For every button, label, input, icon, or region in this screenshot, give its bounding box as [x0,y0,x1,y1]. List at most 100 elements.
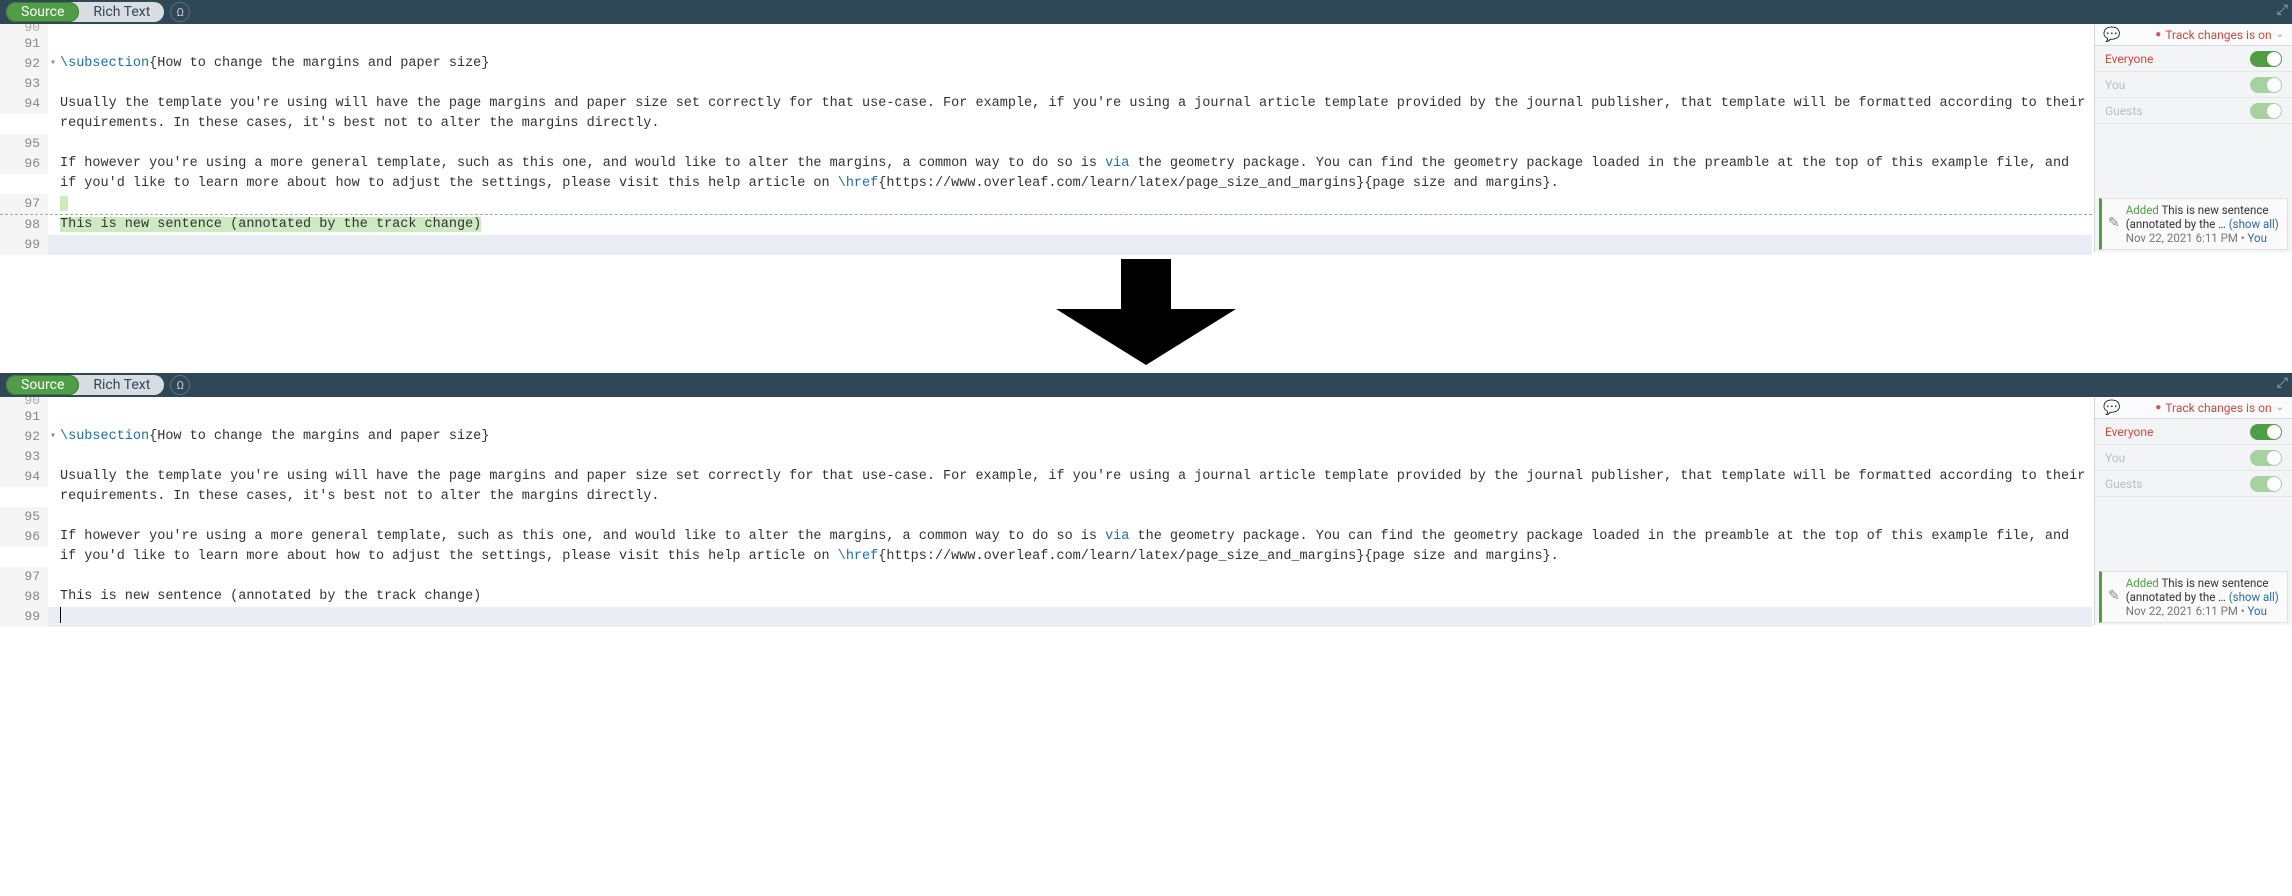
transition-arrow [0,255,2292,373]
code-text: This is new sentence (annotated by the t… [58,587,2092,607]
change-card[interactable]: ✎ Added This is new sentence (annotated … [2099,198,2288,250]
latex-command: \href [838,176,879,191]
code-text: If however you're using a more general t… [60,156,1105,171]
tc-label: You [2105,78,2125,92]
code-area[interactable]: 90 91 92 ▾ \subsection{How to change the… [0,24,2292,255]
omega-icon[interactable]: Ω [170,375,190,395]
tc-status-text: Track changes is on [2165,28,2271,42]
tc-row-you: You [2095,72,2292,98]
line-number: 94 [0,94,48,114]
line-number: 95 [0,507,48,527]
track-changes-status[interactable]: ● Track changes is on ⌄ [2155,401,2284,415]
line-number: 92 [0,54,48,74]
latex-arg: {How to change the margins and paper siz… [149,429,489,444]
dot: • [2241,231,2245,245]
tab-source[interactable]: Source [6,375,79,395]
tc-label: Guests [2105,104,2142,118]
tab-richtext[interactable]: Rich Text [79,2,164,22]
line-number: 97 [0,567,48,587]
editor-body: 90 91 92 ▾ \subsection{How to change the… [0,397,2292,627]
toggle-you[interactable] [2250,450,2282,466]
line-number: 96 [0,527,48,547]
tc-label: Everyone [2105,425,2153,439]
line-number: 91 [0,34,48,54]
code-text: If however you're using a more general t… [60,529,1105,544]
omega-icon[interactable]: Ω [170,2,190,22]
change-action: Added [2126,203,2159,217]
code-text: Usually the template you're using will h… [58,94,2092,134]
change-text: (annotated by the … [2126,217,2226,231]
tab-richtext[interactable]: Rich Text [79,375,164,395]
change-text: This is new sentence [2161,576,2268,590]
line-number: 94 [0,467,48,487]
tracked-insertion-text: This is new sentence (annotated by the t… [60,217,481,232]
tc-row-everyone: Everyone [2095,419,2292,445]
change-text: (annotated by the … [2126,590,2226,604]
tc-label: Everyone [2105,52,2153,66]
comment-icon[interactable]: 💬 [2103,27,2120,43]
toggle-you[interactable] [2250,77,2282,93]
dot: • [2241,604,2245,618]
tc-label: You [2105,451,2125,465]
tc-row-everyone: Everyone [2095,46,2292,72]
editor-mode-tabs: Source Rich Text [6,2,164,22]
expand-icon[interactable]: ⤢ [2277,375,2288,391]
latex-command: \href [838,549,879,564]
line-number: 98 [0,215,48,235]
tracked-insertion [60,196,68,211]
toggle-guests[interactable] [2250,103,2282,119]
record-dot-icon: ● [2155,29,2161,40]
toggle-guests[interactable] [2250,476,2282,492]
line-number: 90 [0,397,48,407]
track-changes-status[interactable]: ● Track changes is on ⌄ [2155,28,2284,42]
pencil-icon: ✎ [2108,576,2120,618]
pane-before: Source Rich Text Ω ⤢ 90 91 92 ▾ \subsect… [0,0,2292,255]
code-keyword: via [1105,529,1129,544]
comment-icon[interactable]: 💬 [2103,400,2120,416]
fold-marker-icon[interactable]: ▾ [48,54,58,74]
line-number: 97 [0,194,48,214]
tab-source[interactable]: Source [6,2,79,22]
topbar: Source Rich Text Ω ⤢ [0,373,2292,397]
record-dot-icon: ● [2155,402,2161,413]
change-action: Added [2126,576,2159,590]
toggle-everyone[interactable] [2250,51,2282,67]
show-all-link[interactable]: (show all) [2229,590,2279,604]
line-number: 92 [0,427,48,447]
line-number: 91 [0,407,48,427]
change-time: Nov 22, 2021 6:11 PM [2126,604,2238,618]
change-author: You [2248,604,2267,618]
latex-command: \subsection [60,56,149,71]
editor-body: 90 91 92 ▾ \subsection{How to change the… [0,24,2292,255]
line-number: 96 [0,154,48,174]
line-number: 99 [0,607,48,627]
change-card[interactable]: ✎ Added This is new sentence (annotated … [2099,571,2288,623]
line-number: 99 [0,235,48,255]
chevron-down-icon: ⌄ [2276,402,2284,413]
line-number: 98 [0,587,48,607]
tc-row-you: You [2095,445,2292,471]
editor-mode-tabs: Source Rich Text [6,375,164,395]
code-keyword: via [1105,156,1129,171]
topbar: Source Rich Text Ω ⤢ [0,0,2292,24]
show-all-link[interactable]: (show all) [2229,217,2279,231]
line-number: 93 [0,447,48,467]
fold-marker-icon[interactable]: ▾ [48,427,58,447]
tc-header: 💬 ● Track changes is on ⌄ [2095,397,2292,419]
change-time: Nov 22, 2021 6:11 PM [2126,231,2238,245]
expand-icon[interactable]: ⤢ [2277,2,2288,18]
arrow-down-icon [1046,259,1246,369]
pencil-icon: ✎ [2108,203,2120,245]
toggle-everyone[interactable] [2250,424,2282,440]
tc-status-text: Track changes is on [2165,401,2271,415]
latex-arg: {How to change the margins and paper siz… [149,56,489,71]
chevron-down-icon: ⌄ [2276,29,2284,40]
line-number: 90 [0,24,48,34]
tc-header: 💬 ● Track changes is on ⌄ [2095,24,2292,46]
latex-command: \subsection [60,429,149,444]
track-changes-panel: 💬 ● Track changes is on ⌄ Everyone You G… [2094,397,2292,625]
change-author: You [2248,231,2267,245]
pane-after: Source Rich Text Ω ⤢ 90 91 92 ▾ \subsect… [0,373,2292,627]
text-cursor [60,607,61,623]
code-area[interactable]: 90 91 92 ▾ \subsection{How to change the… [0,397,2292,627]
